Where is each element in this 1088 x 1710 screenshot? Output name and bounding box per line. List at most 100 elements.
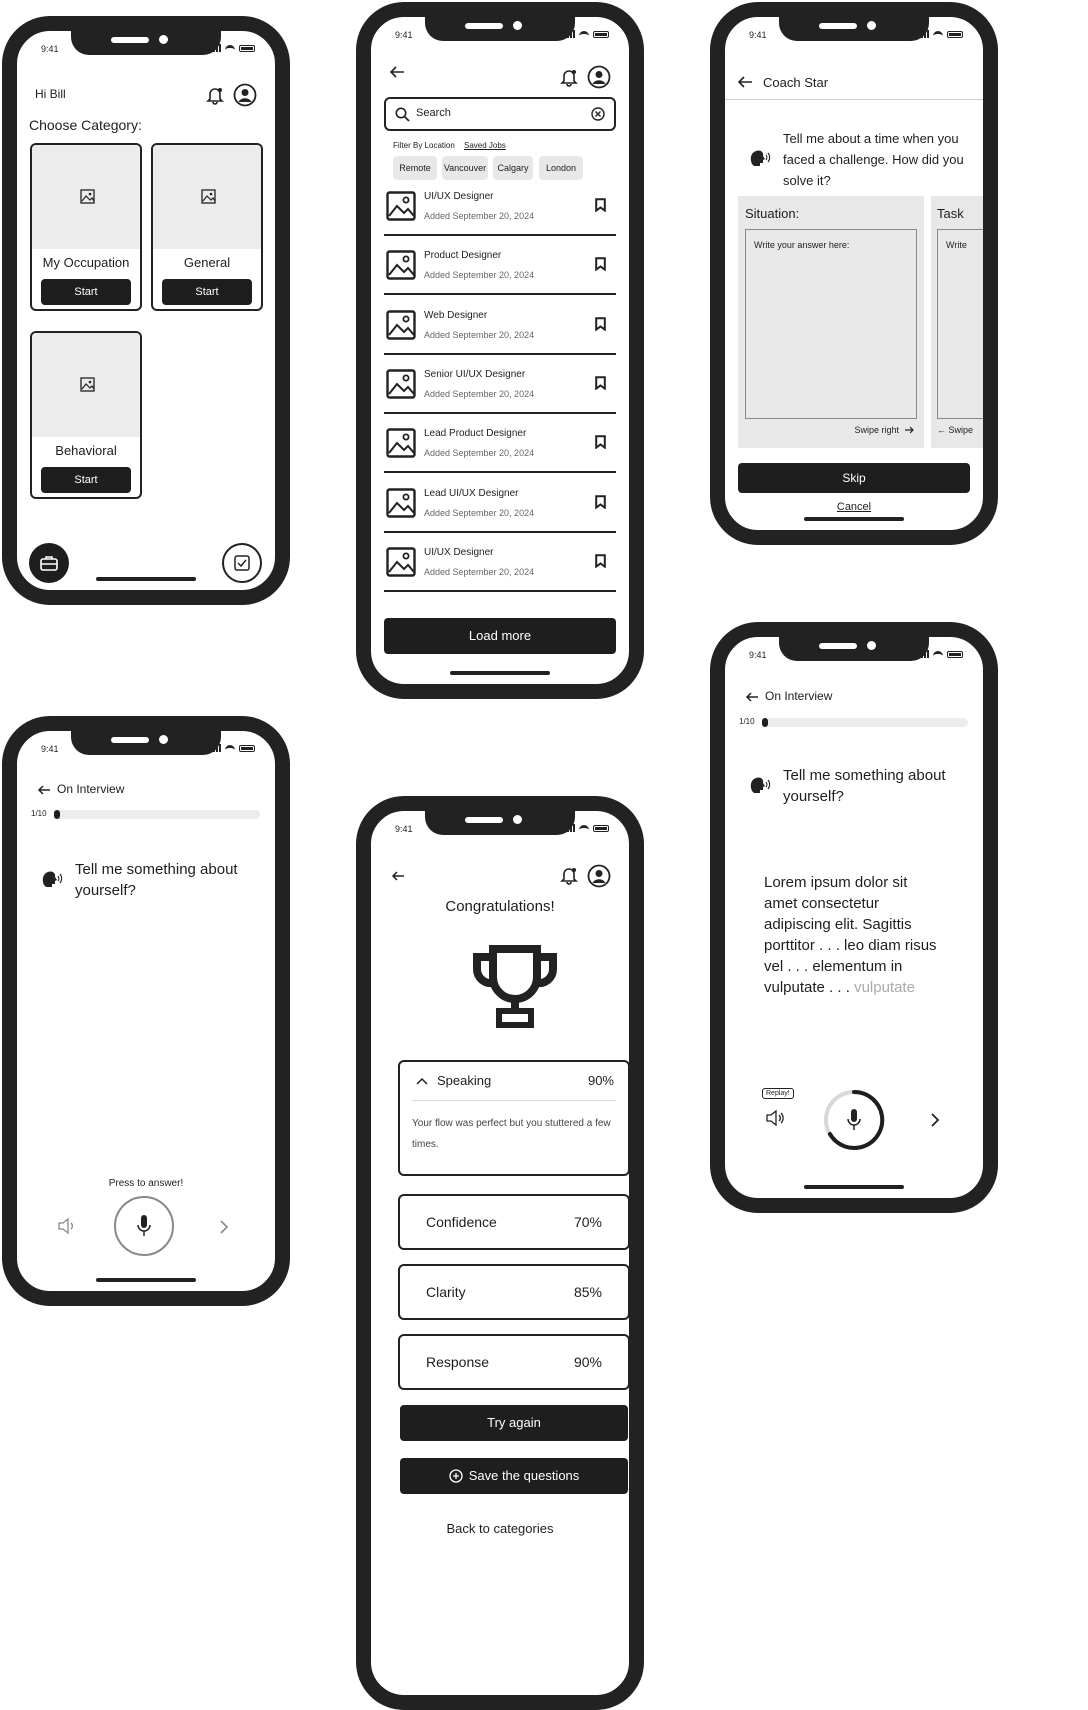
category-card-occupation[interactable]: My Occupation Start	[30, 143, 142, 311]
back-to-categories-link[interactable]: Back to categories	[371, 1521, 629, 1536]
saved-jobs-link[interactable]: Saved Jobs	[464, 141, 506, 150]
speaker-icon[interactable]	[57, 1217, 77, 1240]
save-questions-button[interactable]: Save the questions	[400, 1458, 628, 1494]
briefcase-button[interactable]	[29, 543, 69, 583]
star-card-task[interactable]: Task Write ← Swipe	[931, 196, 983, 448]
score-card-response[interactable]: Response 90%	[398, 1334, 629, 1390]
start-button[interactable]: Start	[162, 279, 252, 305]
save-questions-label: Save the questions	[468, 1468, 580, 1483]
star-card-situation[interactable]: Situation: Write your answer here: Swipe…	[738, 196, 924, 448]
search-field[interactable]: Search	[384, 97, 616, 131]
speaking-head-icon	[41, 869, 63, 894]
speaking-head-icon	[749, 775, 771, 800]
progress-fill	[762, 718, 769, 727]
job-list-item[interactable]: Web Designer Added September 20, 2024	[384, 296, 616, 355]
trophy-icon	[471, 943, 559, 1036]
job-title: Lead Product Designer	[424, 428, 527, 440]
checklist-button[interactable]	[222, 543, 262, 583]
profile-icon[interactable]	[587, 864, 611, 893]
next-chevron-icon[interactable]	[219, 1219, 229, 1240]
add-circle-icon	[449, 1469, 463, 1483]
load-more-button[interactable]: Load more	[384, 618, 616, 654]
card-divider	[412, 1100, 616, 1101]
speaker-icon[interactable]	[765, 1109, 785, 1132]
category-label: Behavioral	[55, 443, 117, 458]
battery-icon	[239, 44, 255, 52]
record-button-active[interactable]	[822, 1088, 886, 1152]
bookmark-icon[interactable]	[595, 435, 606, 450]
wifi-icon	[933, 650, 943, 658]
back-arrow-icon[interactable]	[745, 690, 759, 708]
profile-icon[interactable]	[233, 83, 257, 107]
job-list-item[interactable]: UI/UX Designer Added September 20, 2024	[384, 177, 616, 236]
wifi-icon	[225, 744, 235, 752]
status-time: 9:41	[749, 650, 767, 660]
answer-textarea[interactable]: Write	[937, 229, 983, 419]
screen-title: On Interview	[57, 782, 125, 796]
signal-icon	[210, 44, 221, 52]
chevron-up-icon	[416, 1077, 428, 1085]
job-date: Added September 20, 2024	[424, 270, 535, 281]
microphone-icon	[847, 1109, 861, 1130]
answer-faded-text: vulputate	[854, 979, 915, 996]
swipe-hint: ← Swipe	[937, 425, 974, 435]
answer-text: Lorem ipsum dolor sit amet consectetur a…	[764, 874, 937, 996]
signal-icon	[564, 824, 575, 832]
bookmark-icon[interactable]	[595, 553, 606, 568]
home-indicator	[96, 577, 196, 581]
bookmark-icon[interactable]	[595, 257, 606, 272]
job-title: Lead UI/UX Designer	[424, 487, 519, 499]
job-list-item[interactable]: UI/UX Designer Added September 20, 2024	[384, 533, 616, 592]
score-name: Confidence	[426, 1214, 497, 1230]
job-title: Product Designer	[424, 250, 502, 262]
category-card-general[interactable]: General Start	[151, 143, 263, 311]
speaking-score-card[interactable]: Speaking 90% Your flow was perfect but y…	[398, 1060, 629, 1176]
wifi-icon	[225, 44, 235, 52]
status-time: 9:41	[395, 824, 413, 834]
job-list-item[interactable]: Lead Product Designer Added September 20,…	[384, 414, 616, 474]
next-chevron-icon[interactable]	[930, 1112, 940, 1133]
try-again-button[interactable]: Try again	[400, 1405, 628, 1441]
question-counter: 1/10	[31, 809, 47, 818]
progress-bar	[762, 718, 968, 727]
start-button[interactable]: Start	[41, 279, 131, 305]
bookmark-icon[interactable]	[595, 494, 606, 509]
question-counter: 1/10	[739, 717, 755, 726]
start-button[interactable]: Start	[41, 467, 131, 493]
skip-button[interactable]: Skip	[738, 463, 970, 493]
score-percent: 90%	[573, 1354, 602, 1370]
bell-icon[interactable]	[559, 67, 579, 92]
back-arrow-icon[interactable]	[389, 65, 405, 84]
bookmark-icon[interactable]	[595, 376, 606, 390]
job-date: Added September 20, 2024	[424, 329, 535, 340]
record-button[interactable]	[114, 1196, 174, 1256]
category-card-behavioral[interactable]: Behavioral Start	[30, 331, 142, 499]
search-input[interactable]: Search	[416, 107, 451, 119]
answer-textarea[interactable]: Write your answer here:	[745, 229, 917, 419]
bookmark-icon[interactable]	[595, 316, 606, 331]
back-arrow-icon[interactable]	[737, 75, 753, 94]
profile-icon[interactable]	[587, 65, 611, 94]
job-image-icon	[386, 369, 416, 399]
score-card-confidence[interactable]: Confidence 70%	[398, 1194, 629, 1250]
cancel-link[interactable]: Cancel	[738, 501, 970, 513]
back-arrow-icon[interactable]	[37, 783, 51, 801]
swipe-hint-text: Swipe	[948, 425, 974, 435]
job-list-item[interactable]: Lead UI/UX Designer Added September 20, 2…	[384, 474, 616, 533]
replay-badge[interactable]: Replay!	[762, 1088, 794, 1099]
bookmark-icon[interactable]	[595, 198, 606, 212]
question-text: Tell me about a time when you faced a ch…	[783, 131, 964, 188]
back-arrow-icon[interactable]	[391, 869, 405, 887]
swipe-hint-text: Swipe right	[854, 425, 899, 435]
status-time: 9:41	[395, 30, 413, 40]
signal-icon	[918, 30, 929, 38]
job-list-item[interactable]: Senior UI/UX Designer Added September 20,…	[384, 355, 616, 414]
job-date: Added September 20, 2024	[424, 448, 535, 459]
bell-icon[interactable]	[205, 85, 225, 105]
bell-icon[interactable]	[559, 865, 579, 890]
score-feedback: Your flow was perfect but you stuttered …	[412, 1118, 611, 1150]
job-list-item[interactable]: Product Designer Added September 20, 2024	[384, 236, 616, 296]
status-time: 9:41	[41, 744, 59, 754]
signal-icon	[564, 30, 575, 38]
score-card-clarity[interactable]: Clarity 85%	[398, 1264, 629, 1320]
